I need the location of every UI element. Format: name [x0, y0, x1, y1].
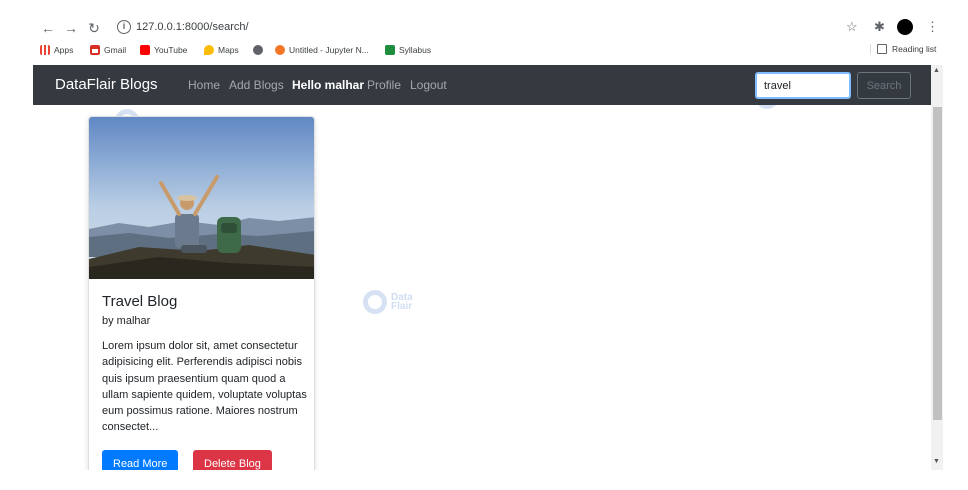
search-button[interactable]: Search	[857, 72, 911, 99]
delete-blog-button[interactable]: Delete Blog	[193, 450, 272, 470]
bookmark-label: Gmail	[104, 45, 127, 55]
classroom-icon	[385, 45, 395, 55]
read-more-button[interactable]: Read More	[102, 450, 179, 470]
bookmark-apps[interactable]: Apps	[40, 45, 73, 55]
blog-author: by malhar	[102, 315, 151, 327]
bookmark-syllabus[interactable]: Syllabus	[385, 45, 431, 55]
watermark-logo: Data Flair	[363, 290, 413, 314]
nav-hello-user[interactable]: Hello malhar	[292, 78, 364, 92]
bookmark-star-icon[interactable]: ☆	[846, 19, 858, 35]
blog-card: Travel Blog by malhar Lorem ipsum dolor …	[88, 116, 315, 470]
watermark-circle-icon	[363, 290, 387, 314]
bookmark-maps[interactable]: Maps	[204, 45, 239, 55]
bookmark-globe[interactable]	[253, 45, 263, 55]
url-text[interactable]: 127.0.0.1:8000/search/	[136, 21, 249, 33]
reading-list-label: Reading list	[892, 44, 937, 54]
page-scrollbar[interactable]: ▲ ▼	[931, 65, 943, 470]
navbar-brand[interactable]: DataFlair Blogs	[55, 76, 158, 93]
site-navbar: DataFlair Blogs Home Add Blogs Hello mal…	[33, 65, 931, 105]
scroll-up-arrow-icon[interactable]: ▲	[933, 67, 940, 74]
browser-chrome: ← → ↻ i 127.0.0.1:8000/search/ ☆ ✱ ⋮ App…	[0, 0, 968, 64]
bookmark-label: YouTube	[154, 45, 188, 55]
bookmark-jupyter[interactable]: Untitled - Jupyter N...	[275, 45, 369, 55]
search-results: Data DataFlair	[33, 105, 931, 470]
reading-list-icon	[877, 44, 887, 54]
bookmark-label: Untitled - Jupyter N...	[289, 45, 369, 55]
youtube-icon	[140, 45, 150, 55]
apps-grid-icon	[40, 45, 50, 55]
back-arrow-icon[interactable]: ←	[40, 20, 56, 36]
gmail-icon	[90, 45, 100, 55]
watermark-logo	[755, 105, 779, 109]
extensions-puzzle-icon[interactable]: ✱	[874, 19, 885, 35]
address-bar-row: ← → ↻ i 127.0.0.1:8000/search/ ☆ ✱ ⋮	[0, 14, 968, 42]
blog-cover-image	[89, 117, 314, 279]
site-info-icon[interactable]: i	[117, 20, 131, 34]
globe-icon	[253, 45, 263, 55]
bookmark-label: Apps	[54, 45, 74, 55]
nav-home[interactable]: Home	[188, 78, 220, 92]
nav-profile[interactable]: Profile	[367, 78, 401, 92]
scrollbar-thumb[interactable]	[933, 107, 942, 420]
nav-logout[interactable]: Logout	[410, 78, 447, 92]
bookmark-label: Syllabus	[399, 45, 432, 55]
page-bottom-area	[0, 470, 968, 490]
reading-list-button[interactable]: Reading list	[870, 44, 936, 54]
bookmark-gmail[interactable]: Gmail	[90, 45, 126, 55]
bookmarks-bar: Apps Gmail YouTube Maps Untitled - Jupyt…	[0, 42, 968, 62]
watermark-line2: Flair	[391, 301, 413, 312]
maps-icon	[204, 45, 214, 55]
blog-excerpt: Lorem ipsum dolor sit, amet consectetur …	[102, 340, 307, 434]
nav-add-blogs[interactable]: Add Blogs	[229, 78, 284, 92]
forward-arrow-icon[interactable]: →	[63, 20, 79, 36]
jupyter-icon	[275, 45, 285, 55]
scroll-down-arrow-icon[interactable]: ▼	[933, 458, 940, 465]
watermark-circle-icon	[755, 105, 779, 109]
menu-kebab-icon[interactable]: ⋮	[926, 19, 939, 35]
search-input[interactable]	[755, 72, 851, 99]
profile-avatar[interactable]	[897, 19, 913, 35]
blog-title: Travel Blog	[102, 293, 178, 310]
reload-icon[interactable]: ↻	[86, 20, 102, 36]
bookmark-label: Maps	[218, 45, 239, 55]
bookmark-youtube[interactable]: YouTube	[140, 45, 187, 55]
